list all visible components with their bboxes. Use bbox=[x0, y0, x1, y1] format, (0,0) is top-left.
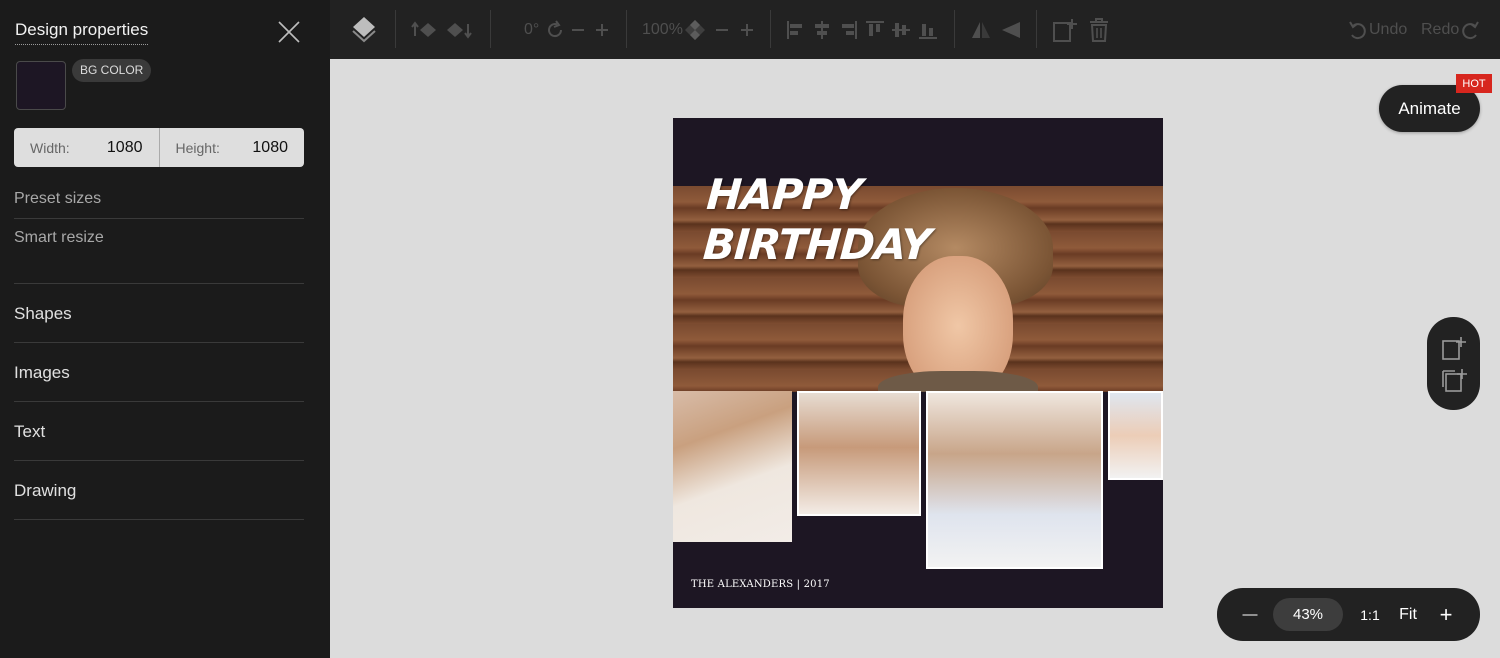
duplicate-page-icon[interactable] bbox=[1441, 367, 1467, 393]
caption-text[interactable]: THE ALEXANDERS | 2017 bbox=[691, 579, 830, 590]
family-photo-4[interactable] bbox=[1108, 391, 1163, 480]
headline-line-1: HAPPY bbox=[705, 170, 864, 219]
zoom-controls: — 43% 1:1 Fit + bbox=[1217, 588, 1480, 641]
toolbar-divider bbox=[395, 10, 396, 48]
canvas-size-fields: Width: 1080 Height: 1080 bbox=[14, 128, 304, 167]
rotate-plus-icon[interactable] bbox=[595, 15, 609, 45]
align-right-icon[interactable] bbox=[838, 15, 858, 45]
rotation-value[interactable]: 0° bbox=[524, 15, 539, 45]
family-photo-2[interactable] bbox=[797, 391, 921, 516]
align-center-icon[interactable] bbox=[812, 15, 832, 45]
send-backward-icon[interactable] bbox=[444, 15, 472, 45]
add-page-icon[interactable] bbox=[1441, 335, 1467, 361]
toolbar-divider bbox=[490, 10, 491, 48]
rotate-icon[interactable] bbox=[545, 15, 565, 45]
section-shapes[interactable]: Shapes bbox=[14, 304, 304, 324]
hot-badge: HOT bbox=[1456, 74, 1492, 93]
width-value[interactable]: 1080 bbox=[107, 139, 143, 157]
smart-resize-link[interactable]: Smart resize bbox=[14, 229, 304, 247]
undo-icon bbox=[1349, 21, 1366, 40]
redo-label: Redo bbox=[1421, 21, 1460, 38]
collar bbox=[878, 371, 1038, 392]
family-photo-1[interactable] bbox=[673, 391, 792, 542]
zoom-fit-button[interactable]: Fit bbox=[1393, 588, 1423, 641]
zoom-in-button[interactable]: + bbox=[1431, 588, 1461, 641]
divider bbox=[14, 342, 304, 343]
opacity-value[interactable]: 100% bbox=[642, 15, 683, 45]
duplicate-icon[interactable] bbox=[1052, 15, 1078, 45]
bring-forward-icon[interactable] bbox=[411, 15, 439, 45]
flip-horizontal-icon[interactable] bbox=[970, 15, 992, 45]
preset-sizes-link[interactable]: Preset sizes bbox=[14, 190, 304, 208]
width-label: Width: bbox=[30, 139, 70, 156]
section-images[interactable]: Images bbox=[14, 363, 304, 383]
page-tools bbox=[1427, 317, 1480, 410]
align-left-icon[interactable] bbox=[786, 15, 806, 45]
toolbar-divider bbox=[626, 10, 627, 48]
opacity-plus-icon[interactable] bbox=[740, 15, 754, 45]
top-toolbar: 0° 100% Undo Redo bbox=[330, 0, 1500, 59]
divider bbox=[14, 401, 304, 402]
width-field[interactable]: Width: 1080 bbox=[14, 128, 159, 167]
design-canvas[interactable]: HAPPY BIRTHDAY THE ALEXANDERS | 2017 bbox=[673, 118, 1163, 608]
headline-line-2: BIRTHDAY bbox=[701, 220, 932, 269]
divider bbox=[14, 519, 304, 520]
divider bbox=[14, 218, 304, 219]
family-photo-3[interactable] bbox=[926, 391, 1103, 569]
flip-vertical-icon[interactable] bbox=[1000, 15, 1022, 45]
bg-color-label: BG COLOR bbox=[72, 59, 152, 82]
toolbar-divider bbox=[954, 10, 955, 48]
bg-color-swatch[interactable] bbox=[16, 61, 66, 110]
transparency-icon[interactable] bbox=[684, 15, 706, 45]
rotate-minus-icon[interactable] bbox=[571, 15, 585, 45]
section-text[interactable]: Text bbox=[14, 422, 304, 442]
trash-icon[interactable] bbox=[1088, 15, 1110, 45]
toolbar-divider bbox=[1036, 10, 1037, 48]
align-middle-icon[interactable] bbox=[891, 15, 911, 45]
zoom-out-button[interactable]: — bbox=[1235, 588, 1265, 641]
layers-icon[interactable] bbox=[351, 15, 377, 45]
headline-text[interactable]: HAPPY BIRTHDAY bbox=[702, 170, 936, 270]
height-label: Height: bbox=[175, 139, 220, 156]
close-icon[interactable] bbox=[277, 20, 301, 44]
align-top-icon[interactable] bbox=[865, 15, 885, 45]
redo-icon bbox=[1462, 21, 1480, 40]
divider bbox=[14, 460, 304, 461]
zoom-level[interactable]: 43% bbox=[1273, 598, 1343, 631]
opacity-minus-icon[interactable] bbox=[715, 15, 729, 45]
height-field[interactable]: Height: 1080 bbox=[158, 128, 305, 167]
panel-title: Design properties bbox=[15, 20, 149, 45]
section-drawing[interactable]: Drawing bbox=[14, 481, 304, 501]
design-properties-panel: Design properties BG COLOR Width: 1080 H… bbox=[0, 0, 330, 658]
redo-button[interactable]: Redo bbox=[1421, 15, 1480, 45]
height-value[interactable]: 1080 bbox=[252, 139, 288, 157]
divider bbox=[14, 283, 304, 284]
align-bottom-icon[interactable] bbox=[918, 15, 938, 45]
undo-label: Undo bbox=[1369, 21, 1408, 38]
undo-button[interactable]: Undo bbox=[1348, 15, 1407, 45]
zoom-actual-size-button[interactable]: 1:1 bbox=[1353, 588, 1387, 641]
toolbar-divider bbox=[770, 10, 771, 48]
